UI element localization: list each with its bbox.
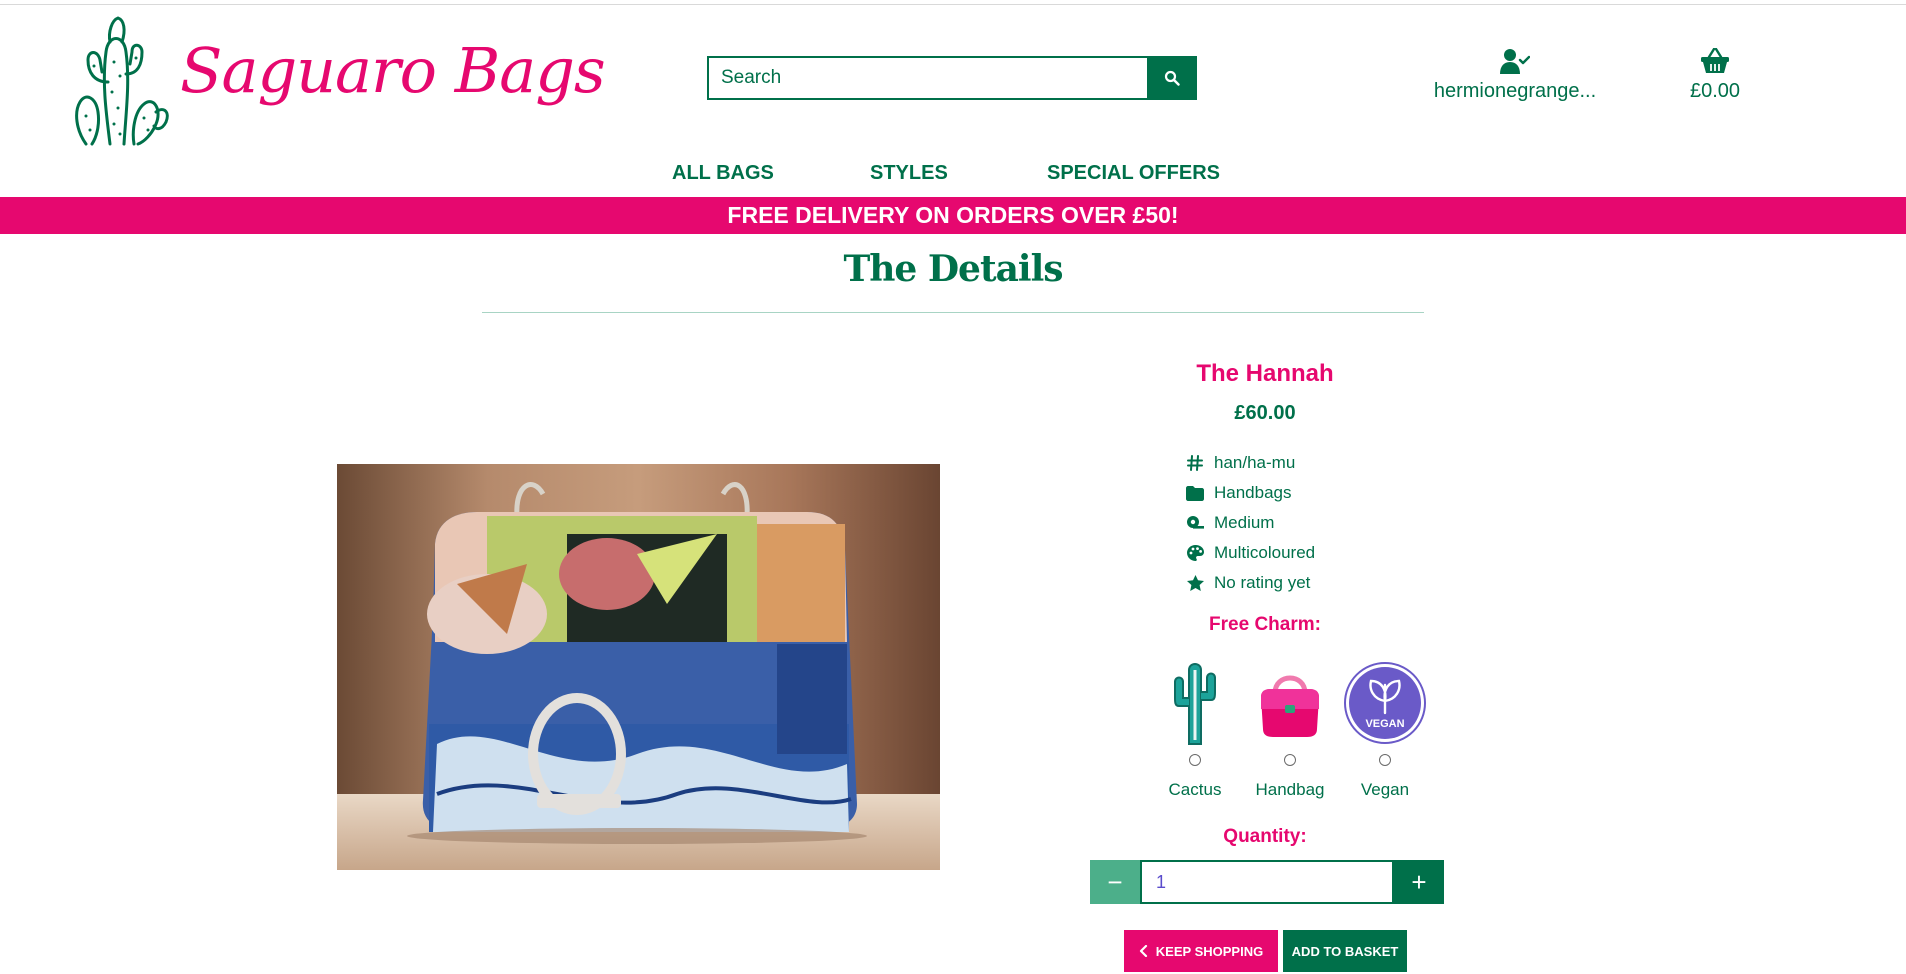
charm-option-handbag[interactable]: Handbag [1245,660,1335,800]
cactus-logo-icon [75,16,169,146]
quantity-input[interactable] [1140,860,1394,904]
product-meta: han/ha-mu Handbags Medium Multicoloured … [1182,448,1315,598]
nav-all-bags[interactable]: ALL BAGS [672,162,774,185]
charm-option-vegan[interactable]: VEGAN Vegan [1340,660,1430,800]
palette-icon [1186,545,1204,561]
vegan-badge-text: VEGAN [1365,718,1404,730]
keep-shopping-button[interactable]: KEEP SHOPPING [1124,930,1278,972]
meta-size: Medium [1182,508,1315,538]
product-name: The Hannah [1196,360,1334,387]
account-username: hermionegrange... [1433,80,1597,102]
basket-icon [1701,48,1729,73]
top-border [0,4,1906,5]
charm-radio-vegan[interactable] [1379,754,1391,766]
meta-rating: No rating yet [1182,568,1315,598]
charm-label-handbag: Handbag [1255,780,1325,799]
hashtag-icon [1187,455,1203,471]
page-title: The Details [843,248,1063,290]
product-image [337,464,940,870]
charm-label-cactus: Cactus [1168,780,1222,799]
meta-sku-text: han/ha-mu [1214,453,1296,472]
charm-radio-handbag[interactable] [1284,754,1296,766]
user-check-icon [1500,49,1530,74]
main-nav: ALL BAGS STYLES SPECIAL OFFERS [0,162,1906,186]
vegan-charm-icon: VEGAN [1344,662,1426,744]
nav-special-offers[interactable]: SPECIAL OFFERS [1047,162,1220,185]
handbag-charm-icon [1261,675,1319,737]
keep-shopping-label: KEEP SHOPPING [1155,943,1264,959]
cart-total: £0.00 [1689,80,1741,102]
star-icon [1186,575,1204,591]
account-menu[interactable]: hermionegrange... [1430,46,1600,103]
quantity-label: Quantity: [1223,826,1307,847]
tape-measure-icon [1187,516,1204,529]
charm-label-vegan: Vegan [1360,780,1410,799]
quantity-decrement-button[interactable]: − [1090,860,1140,904]
meta-size-text: Medium [1214,513,1275,532]
charm-radio-cactus[interactable] [1189,754,1201,766]
brand-name: Saguaro Bags [180,34,606,107]
cactus-charm-icon [1174,663,1216,745]
meta-colour-text: Multicoloured [1214,543,1316,562]
meta-category[interactable]: Handbags [1182,478,1315,508]
add-to-basket-button[interactable]: ADD TO BASKET [1283,930,1407,972]
meta-sku: han/ha-mu [1182,448,1315,478]
product-price: £60.00 [1234,402,1296,424]
search-form [707,56,1197,100]
charm-option-cactus[interactable]: Cactus [1150,660,1240,800]
quantity-increment-button[interactable]: + [1394,860,1444,904]
chevron-left-icon [1139,945,1147,957]
folder-icon [1186,485,1204,501]
meta-colour: Multicoloured [1182,538,1315,568]
title-divider [482,312,1424,313]
search-icon [1164,70,1180,86]
search-button[interactable] [1147,56,1197,100]
search-input[interactable] [707,56,1147,100]
nav-styles[interactable]: STYLES [870,162,948,185]
meta-rating-text: No rating yet [1214,573,1311,592]
brand-logo[interactable]: Saguaro Bags [72,12,606,146]
quantity-stepper: − + [1090,860,1444,904]
charm-label: Free Charm: [1209,614,1321,635]
meta-category-text: Handbags [1214,483,1292,502]
cart-link[interactable]: £0.00 [1680,46,1750,103]
handbag-photo [337,464,940,870]
delivery-banner: FREE DELIVERY ON ORDERS OVER £50! [0,197,1906,234]
